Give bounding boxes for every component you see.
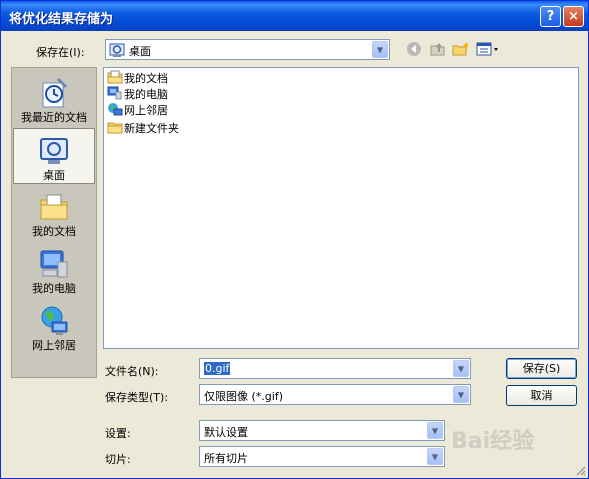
- place-network[interactable]: 网上邻居: [13, 299, 95, 355]
- chevron-down-icon[interactable]: ▼: [372, 41, 388, 58]
- new-folder-icon[interactable]: [452, 41, 470, 60]
- filetype-label: 保存类型(T):: [105, 391, 169, 404]
- my-computer-icon: [38, 248, 70, 283]
- save-in-combo[interactable]: 桌面 ▼: [105, 39, 390, 60]
- my-documents-icon: [107, 70, 123, 87]
- filetype-value: 仅限图像 (*.gif): [204, 390, 283, 403]
- place-recent-documents[interactable]: 我最近的文档: [13, 71, 95, 127]
- desktop-icon: [38, 135, 70, 170]
- save-dialog: 将优化结果存储为 ? × 保存在(I): 桌面 ▼ 我最近的文档 桌面 我的文档…: [0, 0, 589, 479]
- place-label: 我的文档: [32, 225, 76, 238]
- cancel-button[interactable]: 取消: [506, 385, 577, 406]
- places-bar: 我最近的文档 桌面 我的文档 我的电脑 网上邻居: [11, 67, 97, 378]
- my-computer-icon: [107, 86, 123, 103]
- file-name: 网上邻居: [124, 104, 168, 117]
- my-documents-icon: [38, 191, 70, 226]
- file-list[interactable]: 我的文档 我的电脑 网上邻居 新建文件夹: [103, 67, 579, 349]
- place-my-documents[interactable]: 我的文档: [13, 185, 95, 241]
- file-name: 我的电脑: [124, 88, 168, 101]
- file-name: 新建文件夹: [124, 122, 179, 135]
- watermark: Bai经验: [451, 429, 535, 454]
- settings-select[interactable]: 默认设置 ▼: [199, 420, 445, 441]
- filetype-select[interactable]: 仅限图像 (*.gif) ▼: [199, 384, 471, 405]
- desktop-icon: [109, 42, 125, 61]
- network-places-icon: [38, 305, 70, 340]
- save-in-value: 桌面: [129, 45, 151, 58]
- slices-value: 所有切片: [204, 452, 248, 465]
- file-name: 我的文档: [124, 72, 168, 85]
- folder-icon: [107, 120, 123, 137]
- back-icon[interactable]: [406, 41, 422, 60]
- slices-label: 切片:: [105, 453, 131, 466]
- dialog-title: 将优化结果存储为: [9, 12, 114, 27]
- slices-select[interactable]: 所有切片 ▼: [199, 446, 445, 467]
- chevron-down-icon[interactable]: ▼: [427, 422, 443, 439]
- resize-grip-icon[interactable]: [574, 464, 586, 476]
- place-label: 我的电脑: [32, 282, 76, 295]
- recent-documents-icon: [38, 77, 70, 112]
- chevron-down-icon[interactable]: ▼: [427, 448, 443, 465]
- place-my-computer[interactable]: 我的电脑: [13, 242, 95, 298]
- place-label: 网上邻居: [32, 339, 76, 352]
- filename-value: 0.gif: [204, 362, 231, 375]
- place-label: 我最近的文档: [21, 111, 87, 124]
- help-button[interactable]: ?: [540, 6, 561, 27]
- chevron-down-icon[interactable]: ▼: [453, 386, 469, 403]
- view-menu-icon[interactable]: [476, 41, 500, 60]
- filename-label: 文件名(N):: [105, 365, 159, 378]
- save-button[interactable]: 保存(S): [506, 358, 577, 379]
- up-folder-icon[interactable]: [429, 41, 447, 60]
- network-places-icon: [107, 102, 123, 119]
- close-button[interactable]: ×: [563, 6, 584, 27]
- place-desktop[interactable]: 桌面: [13, 128, 95, 184]
- settings-label: 设置:: [105, 427, 131, 440]
- save-in-label: 保存在(I):: [36, 46, 85, 59]
- settings-value: 默认设置: [204, 426, 248, 439]
- place-label: 桌面: [43, 169, 65, 182]
- filename-input[interactable]: 0.gif ▼: [199, 358, 471, 379]
- chevron-down-icon[interactable]: ▼: [453, 360, 469, 377]
- title-bar[interactable]: 将优化结果存储为 ? ×: [1, 1, 588, 31]
